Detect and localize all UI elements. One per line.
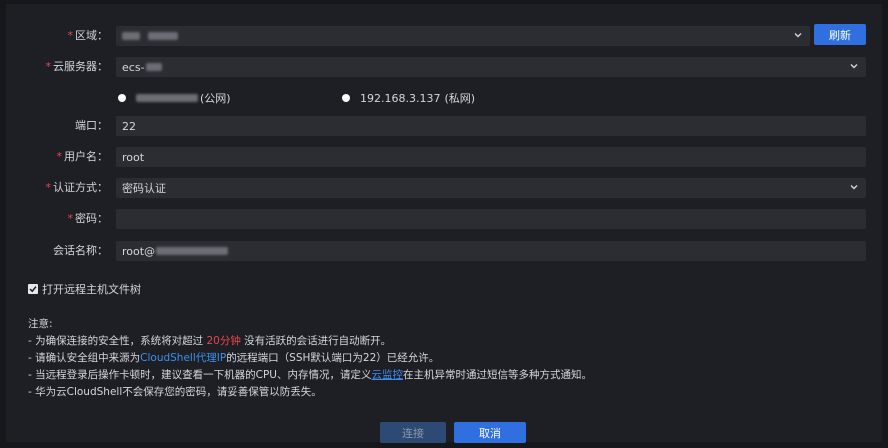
connect-button[interactable]: 连接 — [380, 422, 446, 443]
required-asterisk: * — [45, 181, 52, 194]
timeout-highlight: 20分钟 — [206, 335, 241, 347]
note-line: - 请确认安全组中来源为CloudShell代理IP的远程端口（SSH默认端口为… — [28, 352, 440, 364]
required-asterisk: * — [67, 29, 74, 42]
notes-section: 注意: - 为确保连接的安全性，系统将对超过 20分钟 没有活跃的会话进行自动断… — [28, 316, 592, 401]
file-tree-checkbox-row[interactable]: 打开远程主机文件树 — [28, 281, 141, 297]
port-label: 端口： — [75, 119, 108, 132]
chevron-down-icon — [794, 33, 802, 38]
server-select[interactable]: ecs- — [116, 57, 866, 77]
server-blurred-text — [145, 63, 162, 71]
region-blurred-text — [148, 32, 178, 40]
private-ip-address: 192.168.3.137 — [360, 91, 441, 105]
region-label: * 区域： — [67, 29, 109, 42]
required-asterisk: * — [56, 150, 63, 163]
port-value: 22 — [122, 119, 136, 133]
auth-method-select[interactable]: 密码认证 — [116, 178, 866, 198]
file-tree-label: 打开远程主机文件树 — [42, 283, 141, 296]
radio-selected-icon — [118, 94, 126, 102]
cloud-monitor-link[interactable]: 云监控 — [371, 369, 403, 381]
port-input[interactable]: 22 — [116, 116, 866, 136]
public-ip-suffix: (公网) — [200, 92, 231, 105]
chevron-down-icon — [850, 185, 858, 190]
region-select[interactable] — [116, 26, 810, 46]
proxy-ip-highlight: CloudShell代理IP — [140, 352, 227, 364]
notes-title: 注意: — [28, 318, 53, 330]
required-asterisk: * — [45, 60, 52, 73]
checkbox-checked-icon[interactable] — [28, 284, 38, 294]
note-line: - 为确保连接的安全性，系统将对超过 20分钟 没有活跃的会话进行自动断开。 — [28, 335, 392, 347]
public-ip-blurred — [136, 94, 198, 102]
session-name-input[interactable]: root@ — [116, 241, 866, 261]
public-ip-radio[interactable]: (公网) — [118, 90, 231, 106]
password-label: * 密码： — [67, 212, 109, 225]
server-label: * 云服务器： — [45, 60, 109, 73]
region-blurred-text — [122, 32, 140, 40]
username-label: * 用户名： — [56, 150, 109, 163]
auth-label: * 认证方式： — [45, 181, 109, 194]
auth-method-value: 密码认证 — [122, 182, 166, 195]
session-name-blurred — [156, 247, 229, 255]
server-value: ecs- — [122, 60, 145, 74]
password-input[interactable] — [116, 209, 866, 229]
note-line: - 当远程登录后操作卡顿时，建议查看一下机器的CPU、内存情况，请定义云监控在主… — [28, 369, 592, 381]
chevron-down-icon — [850, 64, 858, 69]
remote-login-dialog: * 区域： 刷新 * 云服务器： ecs- (公网) 192.168.3.137 (… — [6, 4, 882, 443]
username-input[interactable]: root — [116, 147, 866, 167]
note-line: - 华为云CloudShell不会保存您的密码，请妥善保管以防丢失。 — [28, 386, 322, 398]
refresh-button[interactable]: 刷新 — [814, 24, 866, 45]
username-value: root — [122, 150, 145, 164]
cancel-button[interactable]: 取消 — [454, 422, 526, 443]
required-asterisk: * — [67, 212, 74, 225]
session-name-prefix: root@ — [122, 244, 156, 258]
private-ip-suffix: (私网) — [444, 92, 476, 105]
session-name-label: 会话名称： — [53, 244, 108, 257]
radio-icon — [342, 94, 350, 102]
private-ip-radio[interactable]: 192.168.3.137 (私网) — [342, 90, 475, 106]
